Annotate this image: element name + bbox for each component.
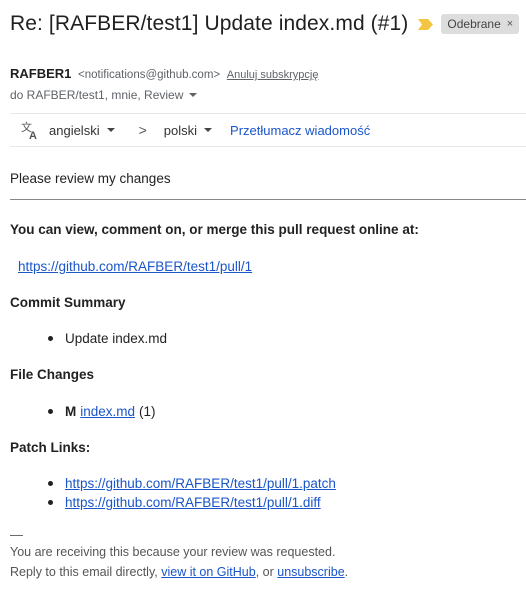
recipients-row[interactable]: do RAFBER/test1, mnie, Review: [10, 88, 198, 102]
commit-item: Update index.md: [65, 331, 168, 346]
footer-reply-prefix: Reply to this email directly,: [10, 565, 162, 579]
patch-link[interactable]: https://github.com/RAFBER/test1/pull/1.p…: [65, 476, 336, 491]
important-marker-icon[interactable]: [418, 18, 434, 30]
source-language-select[interactable]: angielski: [49, 123, 115, 138]
commit-summary-heading: Commit Summary: [10, 295, 126, 310]
unsubscribe-link[interactable]: Anuluj subskrypcję: [227, 69, 319, 81]
intro-text: Please review my changes: [10, 171, 171, 186]
arrow-right-icon: >: [138, 122, 147, 138]
list-item: Update index.md: [48, 331, 167, 346]
target-language-label: polski: [163, 122, 198, 138]
footer-or: , or: [255, 565, 278, 579]
signature-separator: —: [10, 527, 23, 542]
email-view: Re: [RAFBER/test1] Update index.md (#1) …: [0, 0, 526, 589]
footer-unsubscribe-link[interactable]: unsubscribe: [277, 565, 344, 579]
label-chip-text: Odebrane: [447, 17, 501, 31]
list-item: M index.md (1): [48, 404, 156, 419]
bullet-icon: [48, 409, 53, 414]
bullet-icon: [48, 481, 53, 486]
footer-period: .: [344, 565, 349, 579]
chevron-down-icon[interactable]: [189, 93, 198, 97]
subject-row: Re: [RAFBER/test1] Update index.md (#1) …: [10, 10, 526, 38]
file-changes-heading: File Changes: [10, 367, 95, 382]
svg-text:A: A: [29, 130, 37, 140]
file-change-count: (1): [139, 404, 156, 419]
list-item: https://github.com/RAFBER/test1/pull/1.d…: [48, 495, 321, 510]
footer-reason: You are receiving this because your revi…: [10, 545, 336, 559]
patch-links-heading: Patch Links:: [10, 440, 91, 455]
translate-icon: 文 A: [20, 120, 40, 140]
email-subject: Re: [RAFBER/test1] Update index.md (#1): [10, 12, 409, 35]
pull-request-link[interactable]: https://github.com/RAFBER/test1/pull/1: [18, 259, 252, 274]
bullet-icon: [48, 500, 53, 505]
sender-email: <notifications@github.com>: [78, 69, 221, 81]
view-on-github-link[interactable]: view it on GitHub: [161, 565, 255, 579]
view-heading: You can view, comment on, or merge this …: [10, 222, 419, 237]
sender-row: RAFBER1 <notifications@github.com> Anulu…: [10, 66, 318, 81]
chevron-down-icon: [106, 128, 115, 132]
recipients-text: do RAFBER/test1, mnie, Review: [10, 88, 184, 102]
source-language-label: angielski: [49, 122, 100, 138]
translate-message-link[interactable]: Przetłumacz wiadomość: [230, 123, 370, 138]
bullet-icon: [48, 336, 53, 341]
target-language-select[interactable]: polski: [163, 122, 213, 138]
file-mode: M: [65, 404, 77, 419]
translate-bar: 文 A angielski > polski Przetłumacz wiado…: [10, 113, 526, 147]
list-item: https://github.com/RAFBER/test1/pull/1.p…: [48, 476, 336, 491]
remove-label-icon[interactable]: ×: [507, 18, 513, 30]
footer-reply: Reply to this email directly, view it on…: [10, 565, 348, 579]
sender-name[interactable]: RAFBER1: [10, 66, 71, 81]
file-link[interactable]: index.md: [80, 404, 135, 419]
diff-link[interactable]: https://github.com/RAFBER/test1/pull/1.d…: [65, 495, 321, 510]
chevron-down-icon: [204, 128, 213, 132]
divider: [10, 199, 526, 200]
label-chip-inbox[interactable]: Odebrane ×: [441, 14, 520, 34]
